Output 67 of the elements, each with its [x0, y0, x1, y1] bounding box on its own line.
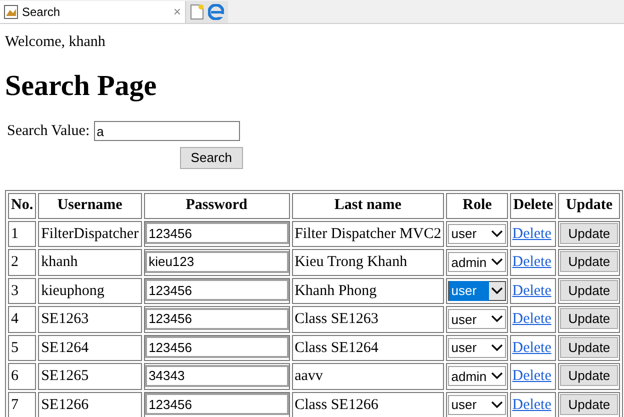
table-cell: 1 [8, 220, 36, 247]
table-cell: SE1266 [38, 392, 142, 417]
table-cell: 2 [8, 249, 36, 276]
browser-tab[interactable]: Search × [0, 1, 186, 23]
table-cell: SE1263 [38, 306, 142, 332]
table-cell: Khanh Phong [292, 278, 444, 304]
table-cell: 3 [8, 278, 36, 304]
table-cell: aavv [292, 363, 444, 390]
column-header: Password [144, 192, 290, 218]
table-cell: khanh [38, 249, 142, 276]
chevron-down-icon [491, 315, 504, 324]
column-header: Delete [510, 192, 556, 218]
tab-title: Search [22, 4, 62, 21]
role-dropdown[interactable]: user [448, 309, 506, 330]
table-cell: Class SE1263 [292, 306, 444, 332]
chevron-down-icon [491, 286, 504, 295]
role-dropdown[interactable]: user [448, 394, 506, 415]
column-header: Update [558, 192, 620, 218]
table-cell: 6 [8, 363, 36, 390]
update-button[interactable]: Update [560, 280, 618, 300]
welcome-text: Welcome, khanh [5, 33, 106, 51]
role-dropdown[interactable]: user [448, 224, 506, 244]
password-field[interactable]: 123456 [144, 336, 289, 358]
update-button[interactable]: Update [560, 308, 618, 329]
table-cell: 4 [8, 306, 36, 332]
role-dropdown[interactable]: user [448, 280, 506, 301]
search-button[interactable]: Search [180, 146, 243, 168]
password-field[interactable]: 123456 [144, 308, 289, 330]
update-button[interactable]: Update [560, 394, 618, 414]
update-button[interactable]: Update [560, 336, 618, 358]
chevron-down-icon [491, 230, 504, 238]
table-cell: Filter Dispatcher MVC2 [292, 220, 444, 247]
column-header: Last name [292, 192, 444, 218]
password-field[interactable]: 123456 [144, 393, 289, 416]
browser-e-icon[interactable] [208, 4, 224, 20]
chevron-down-icon [491, 258, 504, 266]
role-dropdown[interactable]: user [448, 338, 506, 358]
new-tab-icon[interactable] [190, 4, 204, 20]
table-cell: FilterDispatcher [38, 220, 142, 247]
page-icon [4, 5, 18, 19]
chevron-down-icon [491, 372, 504, 380]
password-field[interactable]: 34343 [144, 364, 289, 387]
role-dropdown[interactable]: admin [448, 252, 506, 272]
search-field[interactable]: a [94, 121, 240, 142]
table-cell: 7 [8, 392, 36, 417]
update-button[interactable]: Update [560, 222, 618, 244]
search-label: Search Value: [7, 122, 90, 141]
password-field[interactable]: 123456 [144, 279, 289, 302]
password-field[interactable]: 123456 [144, 222, 289, 244]
role-dropdown[interactable]: admin [448, 366, 506, 386]
column-header: No. [8, 192, 36, 218]
update-button[interactable]: Update [560, 365, 618, 386]
chevron-down-icon [491, 400, 504, 409]
column-header: Username [38, 192, 142, 218]
table-cell: SE1264 [38, 334, 142, 361]
table-cell: SE1265 [38, 363, 142, 390]
table-cell: 5 [8, 334, 36, 361]
page-heading: Search Page [5, 69, 158, 103]
update-button[interactable]: Update [560, 251, 618, 272]
password-field[interactable]: kieu123 [144, 250, 289, 273]
tab-close[interactable]: × [173, 2, 181, 22]
table-cell: Class SE1264 [292, 334, 444, 361]
table-cell: kieuphong [38, 278, 142, 304]
table-cell: Class SE1266 [292, 392, 444, 417]
column-header: Role [446, 192, 508, 218]
table-cell: Kieu Trong Khanh [292, 249, 444, 276]
chevron-down-icon [491, 344, 504, 352]
